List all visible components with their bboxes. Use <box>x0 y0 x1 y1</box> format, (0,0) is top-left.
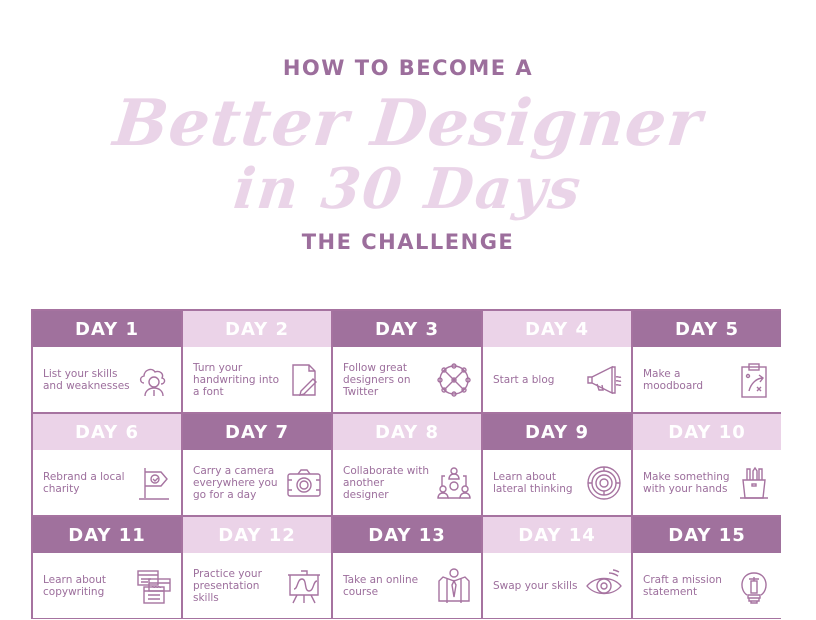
day-card: DAY 4 Start a blog <box>481 309 631 412</box>
day-card: DAY 8 Collaborate with another designer <box>331 412 481 515</box>
camera-icon <box>285 464 323 502</box>
day-task: Make something with your hands <box>643 470 730 495</box>
day-label: DAY 14 <box>483 517 631 553</box>
day-card: DAY 7 Carry a camera everywhere you go fo… <box>181 412 331 515</box>
suit-icon <box>435 567 473 605</box>
day-task: List your skills and weaknesses <box>43 367 130 392</box>
day-body: Carry a camera everywhere you go for a d… <box>183 450 331 515</box>
day-task: Rebrand a local charity <box>43 470 125 495</box>
day-body: Make something with your hands <box>633 450 781 515</box>
day-body: Make a moodboard <box>633 347 781 412</box>
title-in-30-days: in 30 Days <box>230 156 586 222</box>
day-card: DAY 13 Take an online course <box>331 515 481 618</box>
day-label: DAY 8 <box>333 414 481 450</box>
day-card: DAY 1 List your skills and weaknesses <box>31 309 181 412</box>
day-body: Learn about copywriting <box>33 553 181 618</box>
challenge-grid: DAY 1 List your skills and weaknesses DAY … <box>31 309 781 619</box>
day-task: Practice your presentation skills <box>193 567 262 604</box>
day-body: Follow great designers on Twitter <box>333 347 481 412</box>
presentation-board-icon <box>285 567 323 605</box>
title-the-challenge: THE CHALLENGE <box>301 230 515 254</box>
day-task: Carry a camera everywhere you go for a d… <box>193 464 278 501</box>
day-label: DAY 15 <box>633 517 781 553</box>
day-body: Craft a mission statement <box>633 553 781 618</box>
day-label: DAY 12 <box>183 517 331 553</box>
day-card: DAY 14 Swap your skills <box>481 515 631 618</box>
day-body: Rebrand a local charity <box>33 450 181 515</box>
day-task: Collaborate with another designer <box>343 464 430 501</box>
day-body: Swap your skills <box>483 553 631 618</box>
person-cloud-icon <box>135 361 173 399</box>
day-task: Learn about lateral thinking <box>493 470 573 495</box>
day-body: List your skills and weaknesses <box>33 347 181 412</box>
day-body: Turn your handwriting into a font <box>183 347 331 412</box>
day-label: DAY 9 <box>483 414 631 450</box>
day-task: Turn your handwriting into a font <box>193 361 280 398</box>
day-task: Follow great designers on Twitter <box>343 361 411 398</box>
day-card: DAY 6 Rebrand a local charity <box>31 412 181 515</box>
document-pen-icon <box>285 361 323 399</box>
network-globe-icon <box>435 361 473 399</box>
day-card: DAY 15 Craft a mission statement <box>631 515 781 618</box>
eye-icon <box>585 567 623 605</box>
day-card: DAY 10 Make something with your hands <box>631 412 781 515</box>
day-body: Learn about lateral thinking <box>483 450 631 515</box>
day-label: DAY 6 <box>33 414 181 450</box>
day-task: Make a moodboard <box>643 367 704 392</box>
day-label: DAY 2 <box>183 311 331 347</box>
day-label: DAY 1 <box>33 311 181 347</box>
day-label: DAY 4 <box>483 311 631 347</box>
day-card: DAY 11 Learn about copywriting <box>31 515 181 618</box>
day-body: Take an online course <box>333 553 481 618</box>
title-better-designer: Better Designer <box>110 86 706 161</box>
day-task: Learn about copywriting <box>43 573 106 598</box>
day-label: DAY 7 <box>183 414 331 450</box>
day-label: DAY 11 <box>33 517 181 553</box>
pencil-cup-icon <box>735 464 773 502</box>
clipboard-icon <box>735 361 773 399</box>
day-card: DAY 12 Practice your presentation skills <box>181 515 331 618</box>
day-task: Swap your skills <box>493 579 578 592</box>
windows-text-icon <box>135 567 173 605</box>
flag-check-icon <box>135 464 173 502</box>
maze-icon <box>585 464 623 502</box>
day-body: Practice your presentation skills <box>183 553 331 618</box>
day-label: DAY 3 <box>333 311 481 347</box>
day-label: DAY 5 <box>633 311 781 347</box>
day-task: Start a blog <box>493 373 555 386</box>
day-task: Craft a mission statement <box>643 573 722 598</box>
day-card: DAY 2 Turn your handwriting into a font <box>181 309 331 412</box>
day-body: Start a blog <box>483 347 631 412</box>
day-card: DAY 3 Follow great designers on Twitter <box>331 309 481 412</box>
team-icon <box>435 464 473 502</box>
day-body: Collaborate with another designer <box>333 450 481 515</box>
day-card: DAY 9 Learn about lateral thinking <box>481 412 631 515</box>
title-how-to-become: HOW TO BECOME A <box>282 56 534 80</box>
megaphone-icon <box>585 361 623 399</box>
day-label: DAY 10 <box>633 414 781 450</box>
day-label: DAY 13 <box>333 517 481 553</box>
lightbulb-icon <box>735 567 773 605</box>
day-task: Take an online course <box>343 573 419 598</box>
day-card: DAY 5 Make a moodboard <box>631 309 781 412</box>
